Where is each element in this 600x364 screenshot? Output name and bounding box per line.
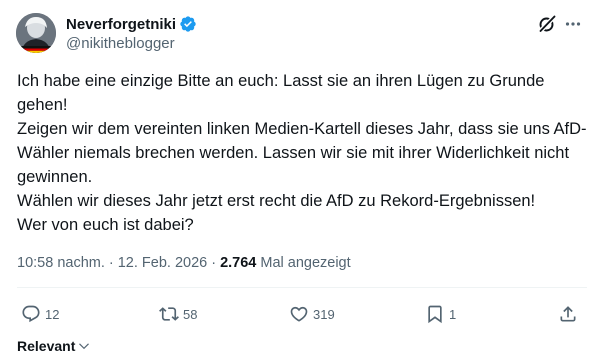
sort-replies-dropdown[interactable]: Relevant (17, 336, 91, 356)
author-handle[interactable]: @nikitheblogger (66, 35, 175, 52)
repost-icon (159, 307, 179, 321)
meta-separator: · (211, 255, 217, 271)
more-icon[interactable] (563, 14, 583, 34)
meta-separator: · (108, 255, 114, 271)
reply-icon (22, 305, 40, 323)
avatar-image (16, 13, 56, 53)
tweet-time[interactable]: 10:58 nachm. (17, 255, 105, 271)
verified-badge-icon (179, 15, 197, 33)
like-icon (290, 306, 308, 322)
sort-label: Relevant (17, 338, 76, 354)
grok-icon[interactable] (537, 14, 557, 34)
bookmark-icon (428, 305, 442, 324)
tweet-card: Neverforgetniki @nikitheblogger Ich habe… (0, 0, 600, 364)
repost-count: 58 (183, 306, 198, 322)
chevron-down-icon (79, 343, 90, 350)
avatar[interactable] (16, 13, 56, 53)
views-label: Mal angezeigt (260, 255, 351, 271)
tweet-date[interactable]: 12. Feb. 2026 (118, 255, 208, 271)
author-name-row: Neverforgetniki (66, 14, 197, 34)
display-name[interactable]: Neverforgetniki (66, 16, 176, 33)
views-count: 2.764 (220, 255, 257, 271)
tweet-text: Ich habe eine einzige Bitte an euch: Las… (17, 72, 587, 234)
like-button[interactable]: 319 (289, 300, 335, 328)
action-bar: 12 58 319 1 (0, 300, 600, 328)
share-icon (560, 306, 576, 322)
tweet-meta: 10:58 nachm. · 12. Feb. 2026 · 2.764 Mal… (17, 253, 351, 273)
share-button[interactable] (558, 300, 578, 328)
reply-count: 12 (45, 306, 60, 322)
divider-top (17, 287, 587, 288)
like-count: 319 (313, 306, 335, 322)
bookmark-count: 1 (449, 306, 457, 322)
bookmark-button[interactable]: 1 (425, 300, 456, 328)
reply-button[interactable]: 12 (21, 300, 59, 328)
repost-button[interactable]: 58 (159, 300, 197, 328)
